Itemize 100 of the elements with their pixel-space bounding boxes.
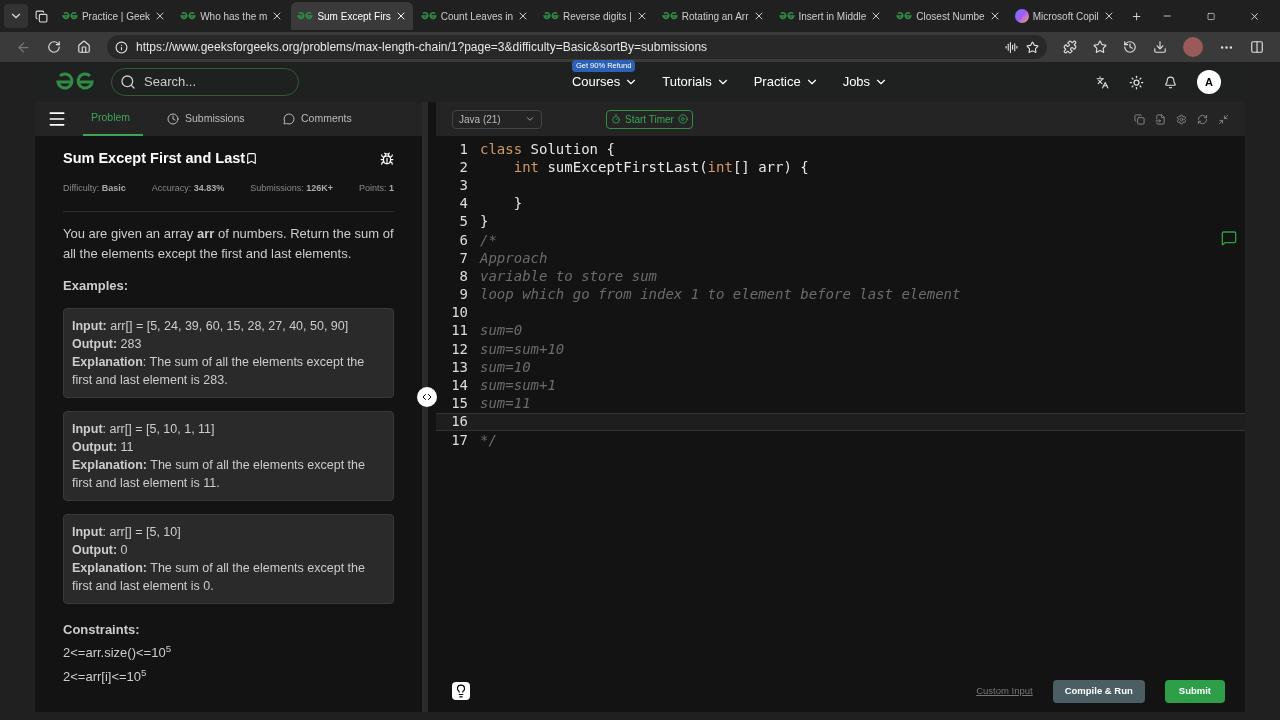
line-number: 9 xyxy=(458,285,468,305)
site-icon xyxy=(420,11,437,21)
chat-icon[interactable] xyxy=(1221,230,1237,246)
code-line: sum=11 xyxy=(480,394,531,414)
logo-icon[interactable] xyxy=(55,72,95,92)
settings-icon[interactable] xyxy=(1176,113,1187,125)
line-number: 6 xyxy=(458,230,468,250)
constraint-text: 2<=arr[i]<=10$^{5}$ xyxy=(63,666,148,686)
clock-icon xyxy=(167,113,179,125)
line-number: 3 xyxy=(458,175,468,195)
examples-heading: Examples: xyxy=(63,277,130,296)
line-number: 11 xyxy=(450,321,468,341)
favorites-icon[interactable] xyxy=(1093,40,1107,54)
copy-icon[interactable] xyxy=(1134,113,1145,125)
user-avatar[interactable]: A xyxy=(1197,70,1221,94)
reset-icon[interactable] xyxy=(1197,113,1208,125)
custom-input-link[interactable]: Custom Input xyxy=(976,683,1033,699)
import-icon[interactable] xyxy=(1155,113,1166,125)
copilot-icon xyxy=(1014,9,1029,23)
bug-icon[interactable] xyxy=(380,151,394,166)
problem-stat: Points: 1 xyxy=(358,181,394,195)
site-icon xyxy=(180,11,197,21)
problem-title: Sum Except First and Last xyxy=(63,149,246,168)
play-icon xyxy=(677,114,688,124)
problem-tab[interactable]: Submissions xyxy=(159,102,259,136)
browser-tab[interactable]: Practice | Geek xyxy=(55,2,173,30)
bell-icon[interactable] xyxy=(1164,75,1177,89)
tab-list-button[interactable] xyxy=(4,4,28,28)
search-icon xyxy=(120,74,136,90)
problem-stat: Accuracy: 34.83% xyxy=(151,181,225,195)
line-number: 4 xyxy=(458,194,468,214)
browser-tab[interactable]: Closest Numbe xyxy=(890,2,1007,30)
extensions-icon[interactable] xyxy=(1063,40,1077,54)
comment-icon xyxy=(283,113,295,125)
example-output-text: Output: 0 xyxy=(72,541,129,559)
code-line: Approach xyxy=(480,248,548,268)
address-bar[interactable]: https://www.geeksforgeeks.org/problems/max-length-chain/1?page=3&difficulty=Basic&sortBy=submissions xyxy=(107,35,1047,59)
code-line: sum=sum+10 xyxy=(480,339,565,359)
site-icon xyxy=(896,11,913,21)
line-number: 14 xyxy=(450,376,468,396)
code-line: loop which go from index 1 to element before last element xyxy=(480,285,961,305)
constraints-heading: Constraints: xyxy=(63,620,141,639)
home-icon[interactable] xyxy=(77,40,91,54)
example-explanation-text: Explanation: The sum of all the elements except the first and last element is 11. xyxy=(72,456,366,492)
favorite-star-icon[interactable] xyxy=(1026,40,1039,54)
line-number: 17 xyxy=(450,430,468,450)
site-icon xyxy=(543,11,560,21)
browser-tab[interactable]: Sum Except Firs xyxy=(291,2,413,30)
compile-run-button[interactable]: Compile & Run xyxy=(1052,679,1145,703)
code-line: sum=10 xyxy=(480,357,531,377)
back-icon[interactable] xyxy=(16,39,31,55)
browser-tab[interactable]: Rotating an Arr xyxy=(655,2,771,30)
lightbulb-icon[interactable] xyxy=(452,682,470,700)
nav-menu[interactable]: Practice xyxy=(753,72,819,92)
site-icon xyxy=(778,11,795,21)
history-icon[interactable] xyxy=(1123,40,1137,54)
browser-tab[interactable]: Count Leaves in xyxy=(414,2,536,30)
code-line: } xyxy=(480,212,489,232)
download-icon[interactable] xyxy=(1153,40,1167,54)
maximize-icon[interactable] xyxy=(1206,10,1215,22)
problem-tab[interactable]: Problem xyxy=(83,102,143,136)
language-select[interactable]: Java (21) xyxy=(452,109,542,129)
bookmark-icon[interactable] xyxy=(245,152,259,166)
example-input-text: Input: arr[] = [5, 24, 39, 60, 15, 28, 27, 40, 50, 90] xyxy=(72,317,350,335)
browser-tab[interactable]: Who has the m xyxy=(174,2,290,30)
site-info-icon[interactable] xyxy=(115,40,128,54)
nav-menu[interactable]: Tutorials xyxy=(662,72,730,92)
browser-tab[interactable]: Microsoft Copil xyxy=(1008,2,1121,30)
browser-tab[interactable]: Reverse digits | xyxy=(537,2,654,30)
code-line: sum=0 xyxy=(480,321,523,341)
line-number: 15 xyxy=(450,394,468,414)
problem-description: You are given an array arr of numbers. Return the sum of all the elements except the first and last elements. xyxy=(63,225,394,264)
site-icon xyxy=(297,11,314,21)
dropdown-caret-icon xyxy=(525,114,535,124)
resize-handle[interactable] xyxy=(417,387,437,407)
sidebar-icon[interactable] xyxy=(1250,40,1264,54)
nav-menu[interactable]: Courses xyxy=(571,72,639,92)
example-input-text: Input: arr[] = [5, 10] xyxy=(72,523,182,541)
line-number: 2 xyxy=(458,157,468,177)
translate-icon[interactable] xyxy=(1096,75,1109,89)
timer-icon xyxy=(611,114,621,124)
site-icon xyxy=(61,11,78,21)
code-line: */ xyxy=(480,430,497,450)
theme-icon[interactable] xyxy=(1129,74,1144,90)
menu-icon[interactable] xyxy=(47,109,67,129)
example-explanation-text: Explanation: The sum of all the elements except the first and last element is 0. xyxy=(72,559,366,595)
code-line: /* xyxy=(480,230,497,250)
problem-tab[interactable]: Comments xyxy=(275,102,375,136)
browser-tab[interactable]: Insert in Middle xyxy=(772,2,889,30)
code-line: variable to store sum xyxy=(480,266,657,286)
problem-stat: Submissions: 126K+ xyxy=(250,181,334,195)
nav-menu[interactable]: Jobs xyxy=(842,72,889,92)
fullscreen-icon[interactable] xyxy=(1218,113,1229,125)
code-line: } xyxy=(512,194,523,214)
code-line: sum=sum+1 xyxy=(480,376,556,396)
read-aloud-icon[interactable] xyxy=(1005,40,1018,54)
example-output-text: Output: 11 xyxy=(72,438,135,456)
start-timer-button[interactable]: Start Timer xyxy=(606,109,693,129)
constraint-text: 2<=arr.size()<=10$^{5}$ xyxy=(63,643,173,663)
reload-icon[interactable] xyxy=(47,40,61,54)
